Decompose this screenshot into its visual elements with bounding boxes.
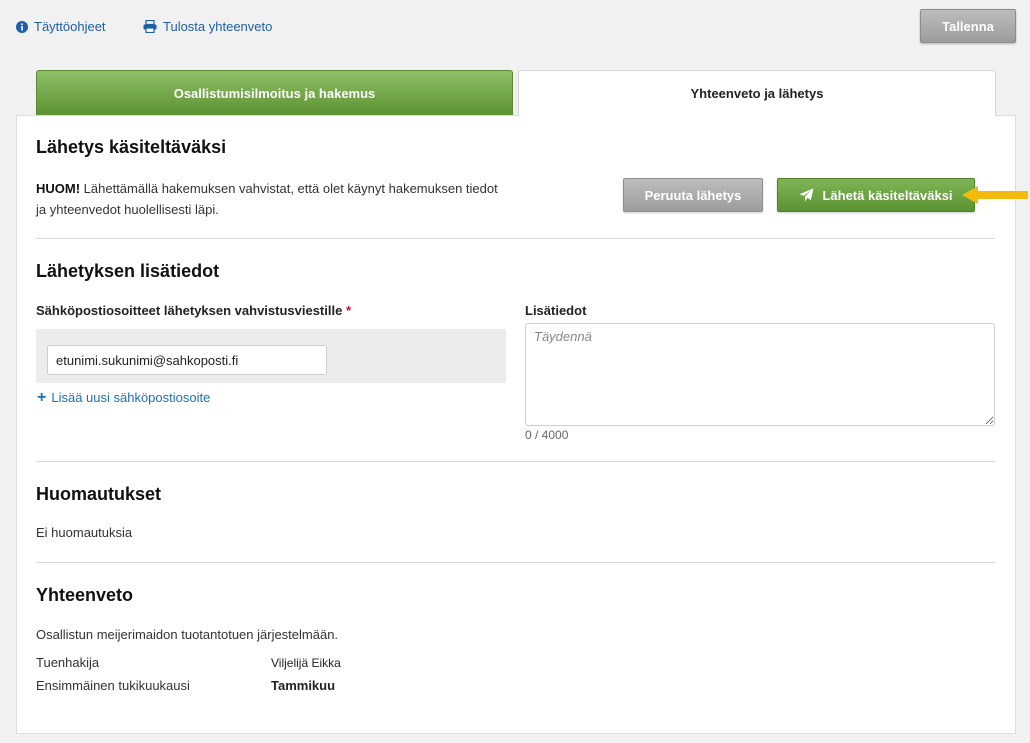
divider [36,238,995,239]
help-link-label: Täyttöohjeet [34,19,106,34]
summary-section-title: Yhteenveto [36,585,134,605]
help-link[interactable]: Täyttöohjeet [16,19,106,34]
pointer-arrow-icon [962,186,1028,204]
note-strong: HUOM! [36,181,81,196]
print-summary-label: Tulosta yhteenveto [163,19,273,34]
tab-summary-and-send[interactable]: Yhteenveto ja lähetys [518,70,996,116]
printer-icon [143,20,157,33]
email-field-label: Sähköpostiosoitteet lähetyksen vahvistus… [36,303,351,318]
cancel-send-button[interactable]: Peruuta lähetys [623,178,763,212]
summary-key-applicant: Tuenhakija [36,655,100,670]
add-email-label: Lisää uusi sähköpostiosoite [51,390,211,405]
remarks-section-title: Huomautukset [36,484,162,504]
note-text: Lähettämällä hakemuksen vahvistat, että … [36,181,498,217]
required-mark: * [345,303,352,318]
tab-application[interactable]: Osallistumisilmoitus ja hakemus [36,70,513,115]
paper-plane-icon [799,188,814,202]
summary-text: Osallistun meijerimaidon tuotantotuen jä… [36,627,339,642]
print-summary-link[interactable]: Tulosta yhteenveto [143,19,272,34]
send-note: HUOM! Lähettämällä hakemuksen vahvistat,… [36,178,506,220]
tab-summary-label: Yhteenveto ja lähetys [690,86,824,101]
remarks-text: Ei huomautuksia [36,525,133,540]
summary-key-first-month: Ensimmäinen tukikuukausi [36,678,190,693]
extra-section-title: Lähetyksen lisätiedot [36,261,220,281]
char-counter: 0 / 4000 [525,428,569,442]
send-button-label: Lähetä käsiteltäväksi [822,187,953,203]
send-section-title: Lähetys käsiteltäväksi [36,137,227,157]
save-button[interactable]: Tallenna [920,9,1016,43]
send-for-processing-button[interactable]: Lähetä käsiteltäväksi [777,178,975,212]
add-email-link[interactable]: + Lisää uusi sähköpostiosoite [37,389,211,406]
extra-info-textarea[interactable] [525,323,995,426]
plus-icon: + [37,389,47,406]
divider [36,461,995,462]
summary-value-applicant: Viljelijä Eikka [271,656,341,670]
info-icon [16,20,28,33]
email-label-text: Sähköpostiosoitteet lähetyksen vahvistus… [36,303,343,318]
email-input[interactable] [47,345,327,375]
tab-application-label: Osallistumisilmoitus ja hakemus [173,85,376,101]
extra-info-label: Lisätiedot [525,303,587,318]
summary-value-first-month: Tammikuu [271,678,336,693]
divider [36,562,995,563]
